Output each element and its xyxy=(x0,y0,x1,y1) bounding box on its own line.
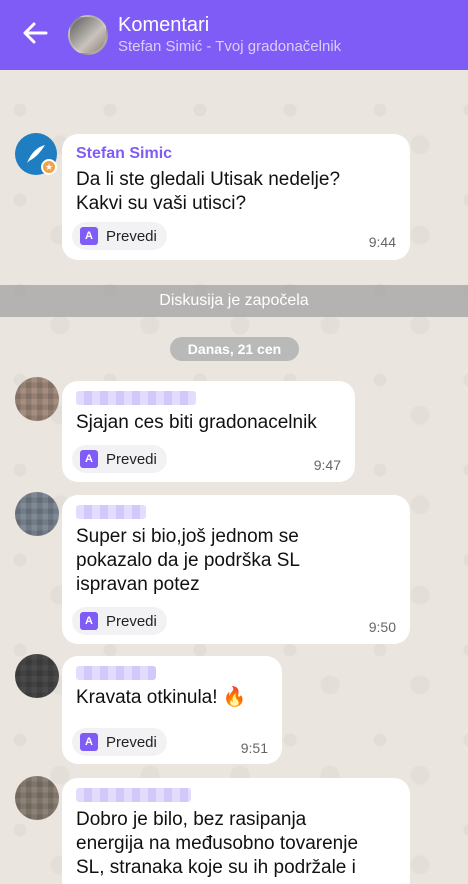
avatar[interactable] xyxy=(15,377,59,421)
message-text: Da li ste gledali Utisak nedelje? Kakvi … xyxy=(76,169,341,214)
translate-button[interactable]: A Prevedi xyxy=(72,607,167,635)
comment-bubble: Kravata otkinula! 🔥 A Prevedi 9:51 xyxy=(62,656,282,764)
message-text: Kravata otkinula! 🔥 xyxy=(76,687,247,708)
message-text: Sjajan ces biti gradonacelnik xyxy=(76,412,317,433)
sender-name-blurred[interactable] xyxy=(76,788,191,802)
translate-button[interactable]: A Prevedi xyxy=(72,222,167,250)
message-text: Dobro je bilo, bez rasipanja energija na… xyxy=(76,809,359,878)
app-header: Komentari Stefan Simić - Tvoj gradonačel… xyxy=(0,0,468,70)
sender-name-blurred[interactable] xyxy=(76,666,156,680)
avatar[interactable] xyxy=(15,654,59,698)
discussion-divider: Diskusija je započela xyxy=(0,285,468,317)
page-subtitle: Stefan Simić - Tvoj gradonačelnik xyxy=(118,38,342,55)
sender-name-blurred[interactable] xyxy=(76,391,196,405)
translate-button[interactable]: A Prevedi xyxy=(72,445,167,473)
message-time: 9:44 xyxy=(368,234,396,250)
message-time: 9:47 xyxy=(313,457,341,473)
avatar[interactable] xyxy=(15,492,59,536)
channel-avatar[interactable] xyxy=(68,15,108,55)
back-button[interactable] xyxy=(0,0,70,70)
translate-button[interactable]: A Prevedi xyxy=(72,728,167,756)
date-chip: Danas, 21 cen xyxy=(170,337,299,361)
sender-name[interactable]: Stefan Simic xyxy=(76,144,396,164)
comment-bubble: Dobro je bilo, bez rasipanja energija na… xyxy=(62,778,410,884)
page-title: Komentari xyxy=(118,14,210,36)
star-badge-icon: ★ xyxy=(41,159,57,175)
arrow-left-icon xyxy=(22,18,48,52)
translate-icon: A xyxy=(80,450,98,468)
comment-bubble: Sjajan ces biti gradonacelnik A Prevedi … xyxy=(62,381,355,482)
avatar[interactable] xyxy=(15,776,59,820)
pinned-message: Stefan Simic Da li ste gledali Utisak ne… xyxy=(62,134,410,260)
sender-name-blurred[interactable] xyxy=(76,505,146,519)
translate-icon: A xyxy=(80,733,98,751)
comment-bubble: Super si bio,još jednom se pokazalo da j… xyxy=(62,495,410,644)
message-text: Super si bio,još jednom se pokazalo da j… xyxy=(76,526,300,595)
translate-icon: A xyxy=(80,612,98,630)
message-time: 9:51 xyxy=(240,740,268,756)
message-time: 9:50 xyxy=(368,619,396,635)
translate-icon: A xyxy=(80,227,98,245)
